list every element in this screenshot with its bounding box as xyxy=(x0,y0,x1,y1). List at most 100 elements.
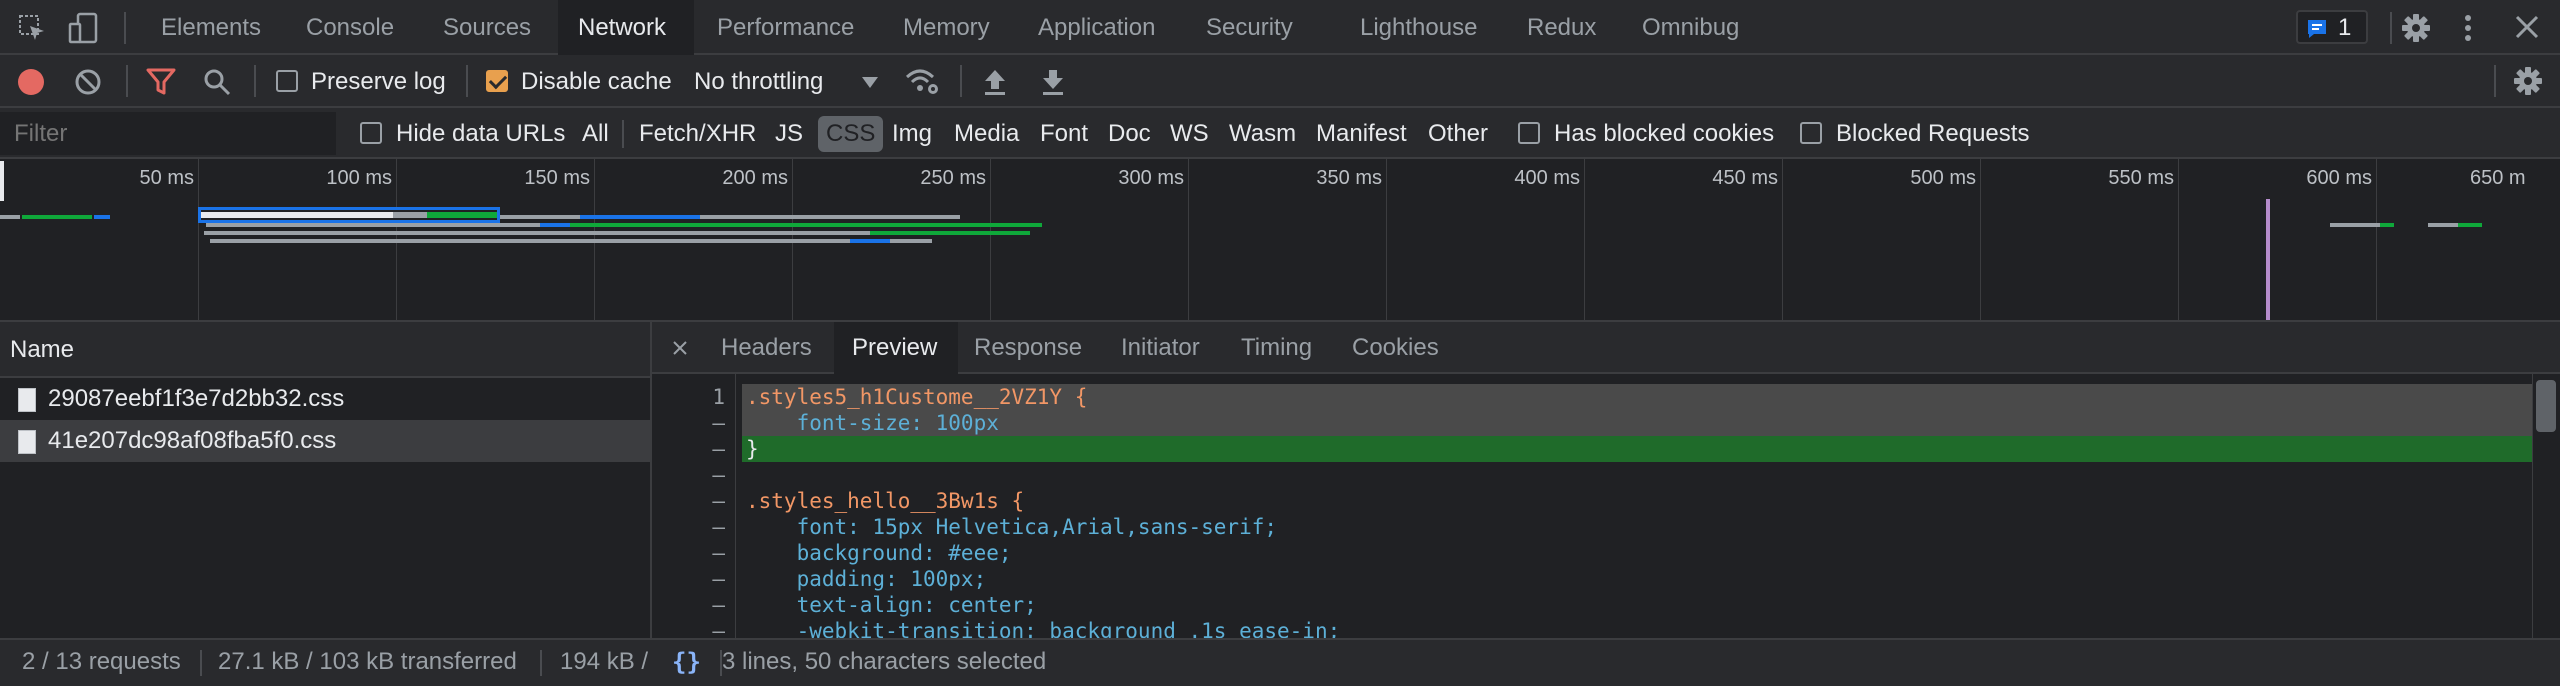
request-count: 2 / 13 requests xyxy=(22,648,181,675)
filter-type-font[interactable]: Font xyxy=(1032,116,1096,152)
line-number: – xyxy=(712,515,725,539)
request-row[interactable]: 29087eebf1f3e7d2bb32.css xyxy=(0,378,650,420)
tab-initiator[interactable]: Initiator xyxy=(1121,322,1200,374)
pretty-print-icon[interactable]: {} xyxy=(672,648,701,676)
throttling-select[interactable]: No throttling xyxy=(694,55,823,108)
timeline-bar xyxy=(580,215,700,219)
filter-type-ws[interactable]: WS xyxy=(1162,116,1217,152)
filter-type-manifest[interactable]: Manifest xyxy=(1308,116,1415,152)
filter-type-other[interactable]: Other xyxy=(1420,116,1496,152)
tab-omnibug[interactable]: Omnibug xyxy=(1642,0,1739,55)
import-har-icon[interactable] xyxy=(982,67,1008,97)
export-har-icon[interactable] xyxy=(1040,67,1066,97)
file-icon xyxy=(18,430,36,454)
timeline-tick-label: 100 ms xyxy=(326,167,392,189)
code-line: -webkit-transition: background .1s ease-… xyxy=(742,618,2542,638)
name-column-header[interactable]: Name xyxy=(0,322,650,378)
timeline-tick-label: 300 ms xyxy=(1118,167,1184,189)
filter-type-img[interactable]: Img xyxy=(884,116,940,152)
vertical-scrollbar[interactable] xyxy=(2532,374,2560,638)
timeline-bar xyxy=(206,223,506,227)
tab-memory[interactable]: Memory xyxy=(903,0,990,55)
code-line: font: 15px Helvetica,Arial,sans-serif; xyxy=(742,514,2542,540)
filter-type-js[interactable]: JS xyxy=(767,116,811,152)
separator xyxy=(200,650,202,676)
search-icon[interactable] xyxy=(202,67,232,97)
timeline-bar xyxy=(2428,223,2458,227)
settings-gear-icon[interactable] xyxy=(2400,12,2432,44)
filter-type-fetch-xhr[interactable]: Fetch/XHR xyxy=(631,116,764,152)
timeline-tick-label: 250 ms xyxy=(920,167,986,189)
timeline-bar xyxy=(690,231,870,235)
has-blocked-cookies-checkbox[interactable] xyxy=(1518,122,1540,144)
inspect-element-icon[interactable] xyxy=(18,14,46,42)
close-details-icon[interactable] xyxy=(672,340,688,356)
timeline-gridline xyxy=(1386,159,1387,320)
tab-console[interactable]: Console xyxy=(306,0,394,55)
tab-redux[interactable]: Redux xyxy=(1527,0,1596,55)
preserve-log-label: Preserve log xyxy=(311,68,446,95)
clear-icon[interactable] xyxy=(74,68,102,96)
network-overview-timeline[interactable]: 50 ms 100 ms 150 ms 200 ms 250 ms 300 ms… xyxy=(0,159,2560,322)
timeline-bar xyxy=(720,223,1042,227)
disable-cache-checkbox[interactable] xyxy=(486,70,508,92)
record-icon[interactable] xyxy=(17,68,45,96)
request-row-selected[interactable]: 41e207dc98af08fba5f0.css xyxy=(0,420,650,462)
separator xyxy=(540,650,542,676)
timeline-selected-request[interactable] xyxy=(198,207,500,223)
network-settings-gear-icon[interactable] xyxy=(2512,65,2544,97)
tab-elements[interactable]: Elements xyxy=(161,0,261,55)
filter-type-media[interactable]: Media xyxy=(946,116,1027,152)
tab-timing[interactable]: Timing xyxy=(1241,322,1312,374)
css-preview-editor[interactable]: 1 – – – – – – – – – .styles5_h1Custome__… xyxy=(652,374,2560,638)
filter-icon[interactable] xyxy=(146,67,176,97)
timeline-bar xyxy=(570,223,720,227)
css-declaration: text-align: center; xyxy=(746,593,1037,617)
filter-type-doc[interactable]: Doc xyxy=(1100,116,1159,152)
filter-type-css[interactable]: CSS xyxy=(818,116,884,152)
tab-cookies[interactable]: Cookies xyxy=(1352,322,1439,374)
tab-application[interactable]: Application xyxy=(1038,0,1155,55)
tab-sources[interactable]: Sources xyxy=(443,0,531,55)
filter-type-all[interactable]: All xyxy=(574,116,617,152)
issues-badge[interactable]: 1 xyxy=(2296,10,2368,44)
css-declaration: -webkit-transition: background .1s ease-… xyxy=(746,619,1341,638)
tab-security[interactable]: Security xyxy=(1206,0,1293,55)
hide-data-urls-checkbox[interactable] xyxy=(360,122,382,144)
message-icon xyxy=(2308,20,2326,38)
tab-network[interactable]: Network xyxy=(558,0,694,55)
code-line: background: #eee; xyxy=(742,540,2542,566)
request-name: 29087eebf1f3e7d2bb32.css xyxy=(48,385,345,412)
close-icon[interactable] xyxy=(2514,14,2540,40)
css-declaration: font: 15px Helvetica,Arial,sans-serif; xyxy=(746,515,1278,539)
timeline-bar xyxy=(700,215,960,219)
tab-response[interactable]: Response xyxy=(974,322,1082,374)
chevron-down-icon[interactable] xyxy=(862,77,878,89)
css-declaration: padding: 100px; xyxy=(746,567,987,591)
timeline-gridline xyxy=(1584,159,1585,320)
timeline-tick-label: 600 ms xyxy=(2306,167,2372,189)
network-conditions-icon[interactable] xyxy=(904,67,940,97)
filter-input[interactable] xyxy=(0,112,336,155)
tab-headers[interactable]: Headers xyxy=(721,322,812,374)
code-line: padding: 100px; xyxy=(742,566,2542,592)
tab-preview[interactable]: Preview xyxy=(834,322,958,374)
tab-performance[interactable]: Performance xyxy=(717,0,854,55)
timeline-gridline xyxy=(1188,159,1189,320)
filter-type-wasm[interactable]: Wasm xyxy=(1221,116,1304,152)
preserve-log-checkbox[interactable] xyxy=(276,70,298,92)
timeline-tick-label: 50 ms xyxy=(139,167,194,189)
tab-lighthouse[interactable]: Lighthouse xyxy=(1360,0,1477,55)
line-number: – xyxy=(712,411,725,435)
timeline-tick-label: 450 ms xyxy=(1712,167,1778,189)
scrollbar-thumb[interactable] xyxy=(2536,380,2556,432)
timeline-gridline xyxy=(1782,159,1783,320)
network-toolbar: Preserve log Disable cache No throttling xyxy=(0,55,2560,108)
device-toolbar-icon[interactable] xyxy=(68,12,100,44)
blocked-requests-checkbox[interactable] xyxy=(1800,122,1822,144)
network-summary-bar: 2 / 13 requests 27.1 kB / 103 kB transfe… xyxy=(0,638,652,686)
blocked-requests-label: Blocked Requests xyxy=(1836,120,2030,147)
devtools-tab-bar: Elements Console Sources Network Perform… xyxy=(0,0,2560,55)
more-options-icon[interactable] xyxy=(2460,12,2476,44)
overview-grip-left[interactable] xyxy=(0,161,4,201)
